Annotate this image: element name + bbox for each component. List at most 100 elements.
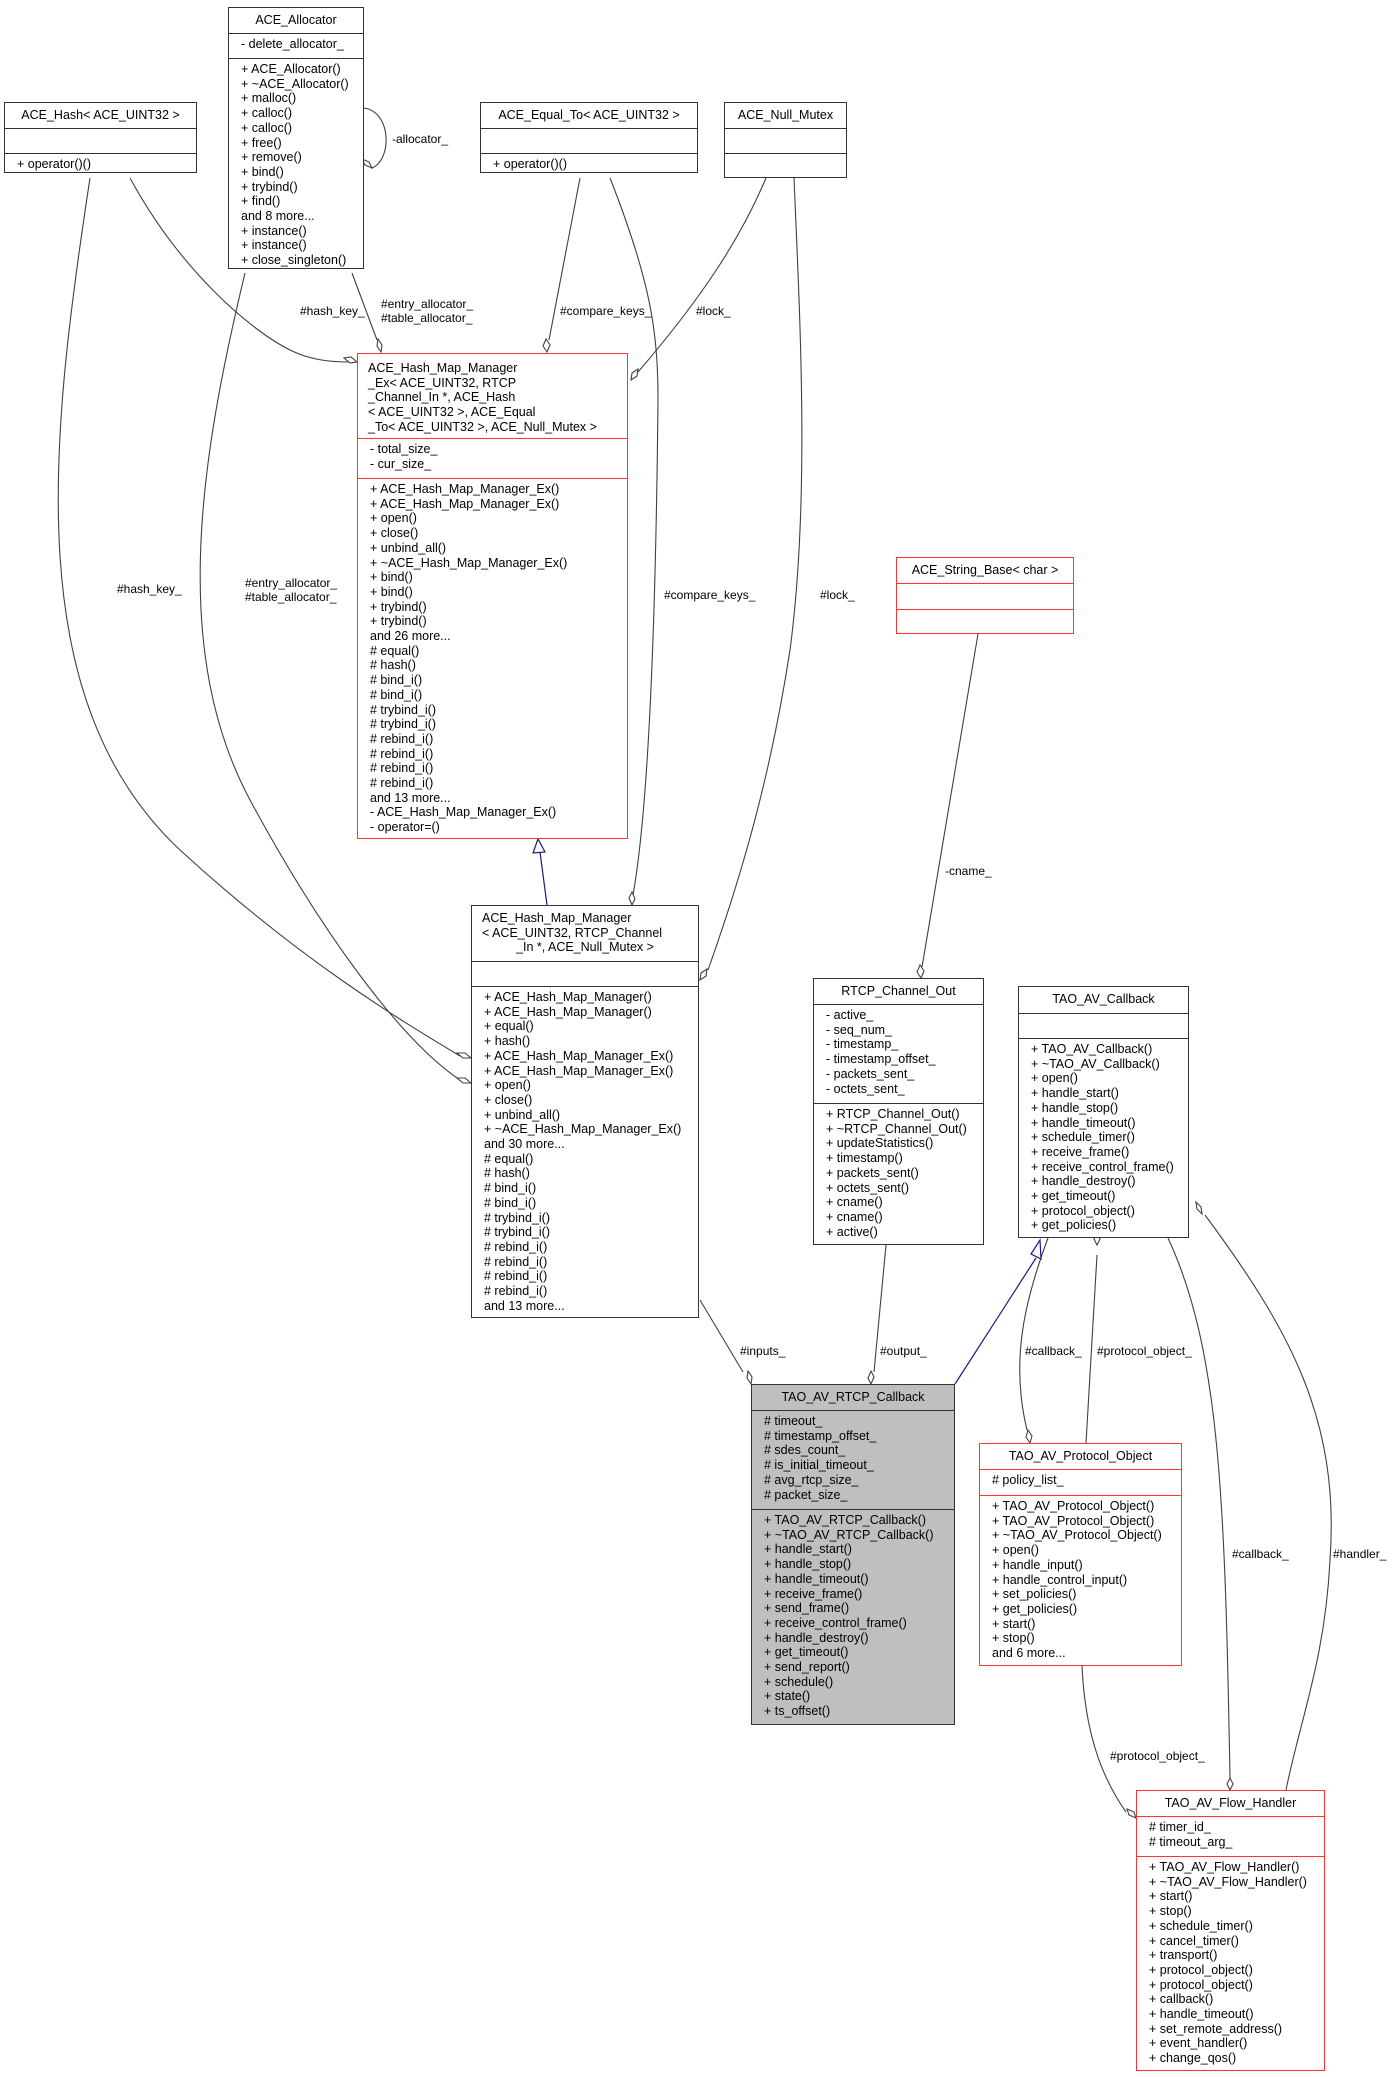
diamond (628, 890, 636, 907)
class-title-line: TAO_AV_Flow_Handler (1164, 1796, 1297, 1810)
method-item: + receive_frame() (1031, 1144, 1130, 1159)
class-methods: + ACE_Hash_Map_Manager() + ACE_Hash_Map_M… (472, 986, 698, 1313)
method-item: + transport() (1149, 1948, 1218, 1963)
class-node-tao-av-flow-handler[interactable]: TAO_AV_Flow_Handler # timer_id_ # timeout_… (1136, 1790, 1325, 2071)
class-methods: + RTCP_Channel_Out() + ~RTCP_Channel_Out(… (814, 1103, 983, 1239)
diamond (1226, 1776, 1234, 1792)
method-item: + ACE_Hash_Map_Manager_Ex() (370, 482, 560, 496)
edge-label-compare-keys-lower: #compare_keys_ (664, 588, 756, 602)
edge-inputs (699, 1299, 744, 1373)
method-item: + ts_offset() (764, 1704, 831, 1719)
arrow-head (1030, 1238, 1042, 1260)
class-title: ACE_Null_Mutex (725, 103, 846, 128)
class-node-tao-av-rtcp-callback[interactable]: TAO_AV_RTCP_Callback # timeout_ # timestam… (751, 1384, 955, 1725)
class-title-line: TAO_AV_RTCP_Callback (781, 1390, 925, 1404)
method-item: + TAO_AV_Callback() (1031, 1042, 1153, 1056)
class-node-ace-hash[interactable]: ACE_Hash< ACE_UINT32 > + operator()() (4, 102, 197, 173)
method-item: + TAO_AV_Protocol_Object() (992, 1513, 1155, 1528)
class-title: TAO_AV_RTCP_Callback (752, 1385, 954, 1410)
method-item: + handle_start() (1031, 1086, 1119, 1101)
method-item: + receive_control_frame() (1031, 1159, 1174, 1174)
class-node-tao-av-protocol-object[interactable]: TAO_AV_Protocol_Object # policy_list_ + TA… (979, 1443, 1182, 1666)
attribute-item: - total_size_ (370, 442, 438, 456)
class-title-line: ACE_Allocator (255, 13, 337, 27)
class-title-line: ACE_Null_Mutex (737, 108, 834, 122)
method-item: + open() (484, 1078, 531, 1093)
class-attributes: # timer_id_ # timeout_arg_ (1137, 1816, 1324, 1856)
class-title: ACE_Hash< ACE_UINT32 > (5, 103, 196, 128)
attribute-item: # timer_id_ (1149, 1820, 1211, 1834)
method-item: + cname() (826, 1195, 883, 1210)
method-item: + octets_sent() (826, 1180, 910, 1195)
class-title-line: ACE_Hash_Map_Manager (368, 361, 518, 375)
method-item: + cname() (826, 1209, 883, 1224)
diamond (867, 1369, 875, 1386)
method-item: + open() (370, 511, 417, 526)
method-item: # equal() (370, 643, 420, 658)
class-attributes (481, 128, 697, 153)
class-attributes: # policy_list_ (980, 1469, 1181, 1495)
class-title-line: RTCP_Channel_Out (841, 984, 956, 998)
class-node-rtcp-channel-out[interactable]: RTCP_Channel_Out - active_ - seq_num_ - tim… (813, 978, 984, 1245)
class-methods: + TAO_AV_Flow_Handler() + ~TAO_AV_Flow_Ha… (1137, 1856, 1324, 2066)
method-item: and 13 more... (484, 1298, 565, 1313)
attribute-item: # timeout_ (764, 1414, 823, 1428)
method-item: + stop() (1149, 1904, 1192, 1919)
edge-label-table-allocator-upper: #table_allocator_ (381, 311, 473, 325)
class-attributes: - delete_allocator_ (229, 33, 363, 58)
edge-label-inputs: #inputs_ (740, 1344, 786, 1358)
class-node-hash-map-manager-ex[interactable]: ACE_Hash_Map_Manager _Ex< ACE_UINT32, RTC… (357, 353, 628, 839)
edge-allocator-self (363, 107, 387, 169)
method-item: + set_policies() (992, 1587, 1077, 1602)
method-item: + unbind_all() (370, 540, 447, 555)
method-item: + calloc() (241, 106, 293, 121)
method-item: + handle_timeout() (1149, 2007, 1254, 2022)
method-item: + open() (1031, 1071, 1078, 1086)
method-item: + handle_input() (992, 1557, 1083, 1572)
method-item: + handle_destroy() (1031, 1174, 1136, 1189)
class-node-tao-av-callback[interactable]: TAO_AV_Callback + TAO_AV_Callback() + ~TAO… (1018, 986, 1189, 1238)
method-item: # bind_i() (370, 687, 423, 702)
attribute-item: - active_ (826, 1008, 874, 1022)
class-methods: + TAO_AV_Protocol_Object() + TAO_AV_Proto… (980, 1495, 1181, 1661)
edge-lock-upper (637, 177, 767, 373)
method-item: # trybind_i() (370, 717, 436, 732)
method-item: + ACE_Hash_Map_Manager_Ex() (484, 1048, 674, 1063)
method-item: + schedule_timer() (1149, 1918, 1253, 1933)
edge-label-allocator: -allocator_ (392, 132, 449, 146)
edge-label-protocol-object-cb: #protocol_object_ (1097, 1344, 1192, 1358)
method-item: + ~TAO_AV_RTCP_Callback() (764, 1527, 934, 1542)
method-item: # bind_i() (484, 1181, 537, 1196)
method-item: # rebind_i() (370, 746, 434, 761)
method-item: + handle_timeout() (764, 1571, 869, 1586)
method-item: + find() (241, 194, 281, 209)
class-title-line: ACE_Equal_To< ACE_UINT32 > (498, 108, 680, 122)
method-item: + get_policies() (992, 1601, 1078, 1616)
class-node-ace-allocator[interactable]: ACE_Allocator - delete_allocator_ + ACE_Al… (228, 7, 364, 269)
class-node-ace-string-base[interactable]: ACE_String_Base< char > (896, 557, 1074, 634)
class-methods: + operator()() (481, 153, 697, 172)
method-item: # trybind_i() (484, 1225, 550, 1240)
class-title-line: _Ex< ACE_UINT32, RTCP (368, 375, 517, 390)
class-node-hash-map-manager[interactable]: ACE_Hash_Map_Manager < ACE_UINT32, RTCP_C… (471, 905, 699, 1318)
method-item: + handle_timeout() (1031, 1115, 1136, 1130)
class-title-line: ACE_Hash< ACE_UINT32 > (21, 108, 180, 122)
class-node-ace-equal-to[interactable]: ACE_Equal_To< ACE_UINT32 > + operator()() (480, 102, 698, 173)
class-title-line: _In *, ACE_Null_Mutex > (516, 940, 654, 955)
method-item: + equal() (484, 1019, 534, 1034)
edge-cname (921, 633, 979, 968)
method-item: + open() (992, 1543, 1039, 1558)
method-item: # rebind_i() (370, 761, 434, 776)
method-item: + ACE_Hash_Map_Manager_Ex() (370, 496, 560, 511)
edge-protocol-object-cb (1085, 1254, 1098, 1444)
diamond (630, 367, 639, 382)
edge-label-protocol-object-fh: #protocol_object_ (1110, 1749, 1205, 1763)
method-item: + change_qos() (1149, 2051, 1237, 2066)
method-item: and 8 more... (241, 209, 315, 224)
class-title: ACE_Equal_To< ACE_UINT32 > (481, 103, 697, 128)
method-item: + receive_frame() (764, 1586, 863, 1601)
method-item: + ~ACE_Hash_Map_Manager_Ex() (370, 555, 568, 570)
class-title: ACE_Hash_Map_Manager _Ex< ACE_UINT32, RTC… (358, 354, 627, 438)
class-node-ace-null-mutex[interactable]: ACE_Null_Mutex (724, 102, 847, 178)
method-item: + bind() (370, 570, 413, 585)
